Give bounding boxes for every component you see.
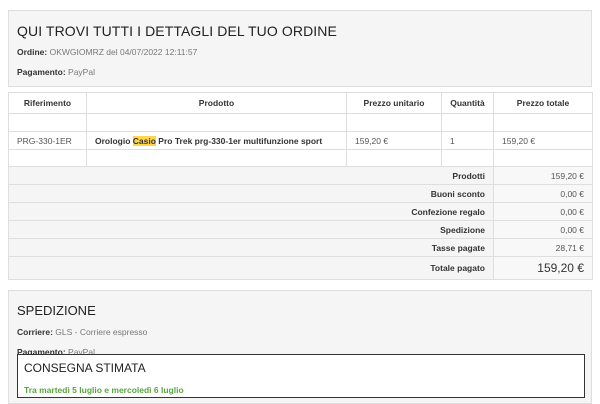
totals-label: Confezione regalo <box>8 202 494 221</box>
totals-value: 0,00 € <box>493 184 593 203</box>
totals-label: Buoni sconto <box>8 184 494 203</box>
order-label: Ordine: <box>17 47 48 57</box>
totals-row-discounts: Buoni sconto 0,00 € <box>8 184 593 203</box>
delivery-estimate-title: CONSEGNA STIMATA <box>24 361 146 375</box>
shipping-panel: SPEDIZIONE Corriere: GLS - Corriere espr… <box>8 290 592 404</box>
totals-value: 159,20 € <box>493 256 593 280</box>
header-quantity: Quantità <box>441 92 494 114</box>
product-name-highlight: Casio <box>132 135 156 146</box>
table-header-row: Riferimento Prodotto Prezzo unitario Qua… <box>8 92 593 114</box>
delivery-estimate-dates: Tra martedì 5 luglio e mercoledì 6 lugli… <box>24 385 184 395</box>
shipping-title: SPEDIZIONE <box>17 303 96 318</box>
table-row: PRG-330-1ER Orologio Casio Pro Trek prg-… <box>8 131 593 150</box>
order-totals-table: Prodotti 159,20 € Buoni sconto 0,00 € Co… <box>8 166 593 280</box>
totals-row-products: Prodotti 159,20 € <box>8 166 593 185</box>
totals-row-shipping: Spedizione 0,00 € <box>8 220 593 239</box>
item-product[interactable]: Orologio Casio Pro Trek prg-330-1er mult… <box>86 131 347 150</box>
table-spacer-row <box>8 149 593 168</box>
totals-row-taxes: Tasse pagate 28,71 € <box>8 238 593 257</box>
header-unit-price: Prezzo unitario <box>346 92 442 114</box>
carrier-line: Corriere: GLS - Corriere espresso <box>17 327 147 337</box>
totals-value: 159,20 € <box>493 166 593 185</box>
totals-value: 28,71 € <box>493 238 593 257</box>
order-details-panel: QUI TROVI TUTTI I DETTAGLI DEL TUO ORDIN… <box>8 10 592 87</box>
totals-label: Spedizione <box>8 220 494 239</box>
table-spacer-row <box>8 113 593 132</box>
carrier-label: Corriere: <box>17 327 53 337</box>
item-total-price: 159,20 € <box>493 131 593 150</box>
totals-label: Prodotti <box>8 166 494 185</box>
header-total-price: Prezzo totale <box>493 92 593 114</box>
item-unit-price: 159,20 € <box>346 131 442 150</box>
totals-label: Tasse pagate <box>8 238 494 257</box>
order-items-table: Riferimento Prodotto Prezzo unitario Qua… <box>8 92 593 168</box>
totals-value: 0,00 € <box>493 202 593 221</box>
item-reference: PRG-330-1ER <box>8 131 87 150</box>
order-details-title: QUI TROVI TUTTI I DETTAGLI DEL TUO ORDIN… <box>17 23 337 39</box>
product-name-end: Pro Trek prg-330-1er multifunzione sport <box>155 135 323 146</box>
carrier-value: GLS - Corriere espresso <box>55 327 148 337</box>
payment-info-line: Pagamento: PayPal <box>17 67 95 77</box>
order-info-line: Ordine: OKWGIOMRZ del 04/07/2022 12:11:5… <box>17 47 197 57</box>
item-quantity: 1 <box>441 131 494 150</box>
totals-row-gift-wrap: Confezione regalo 0,00 € <box>8 202 593 221</box>
payment-label: Pagamento: <box>17 67 66 77</box>
order-value: OKWGIOMRZ del 04/07/2022 12:11:57 <box>49 47 198 57</box>
payment-value: PayPal <box>68 67 95 77</box>
header-product: Prodotto <box>86 92 347 114</box>
header-reference: Riferimento <box>8 92 87 114</box>
delivery-estimate-box: CONSEGNA STIMATA Tra martedì 5 luglio e … <box>17 354 585 398</box>
totals-label: Totale pagato <box>8 256 494 280</box>
totals-row-grand-total: Totale pagato 159,20 € <box>8 256 593 280</box>
product-name-start: Orologio <box>95 135 133 146</box>
totals-value: 0,00 € <box>493 220 593 239</box>
